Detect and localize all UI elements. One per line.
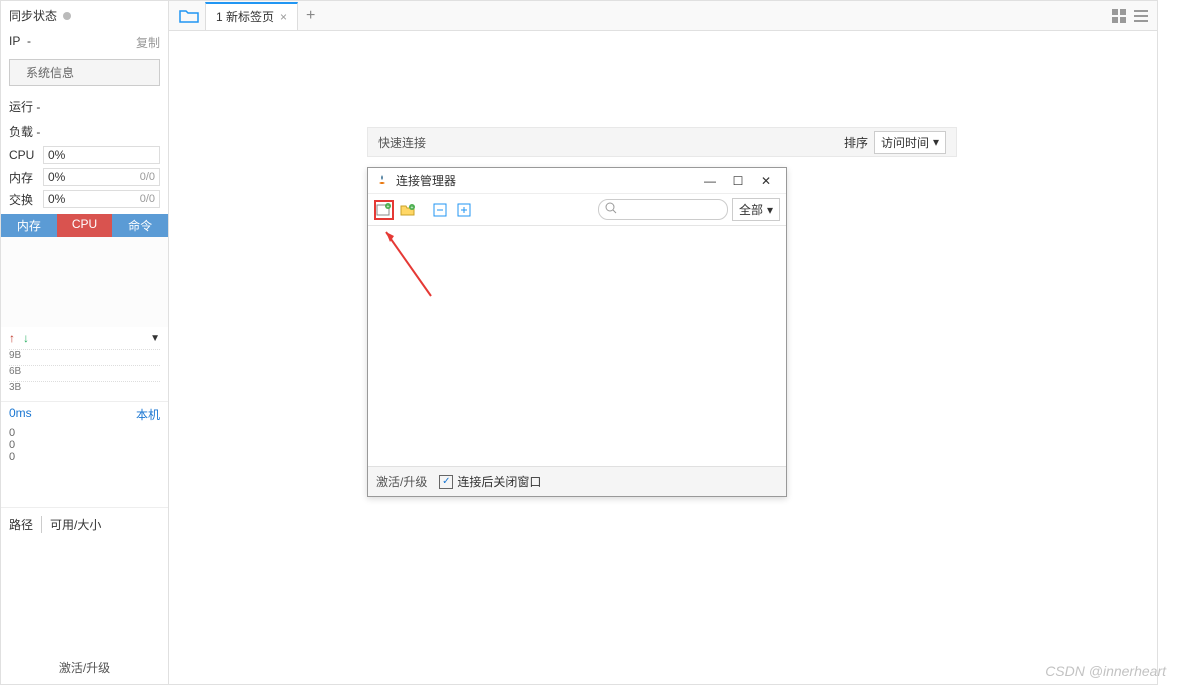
download-arrow-icon: ↓ xyxy=(23,331,29,345)
tab-new[interactable]: 1 新标签页 × xyxy=(205,2,298,30)
ip-label: IP - xyxy=(9,34,31,51)
main-area: 1 新标签页 × + 快速连接 排序 访问时间 ▾ xyxy=(169,1,1157,684)
dialog-title: 连接管理器 xyxy=(396,172,696,189)
filter-select[interactable]: 全部 ▾ xyxy=(732,198,780,221)
system-info-button[interactable]: 系统信息 xyxy=(9,59,160,86)
tab-cpu[interactable]: CPU xyxy=(57,214,113,237)
cpu-graph xyxy=(1,237,168,327)
app-root: 同步状态 IP - 复制 系统信息 运行 - 负载 - CPU 0% 内存 0%… xyxy=(0,0,1158,685)
ip-row: IP - 复制 xyxy=(1,30,168,55)
net-tick: 3B xyxy=(9,381,160,397)
close-after-connect-checkbox[interactable]: ✓ 连接后关闭窗口 xyxy=(439,473,541,490)
status-dot-icon xyxy=(63,12,71,20)
chevron-down-icon: ▾ xyxy=(767,203,773,217)
filter-value: 全部 xyxy=(739,201,763,218)
ping-values: 0 0 0 xyxy=(1,427,168,467)
net-graph: 9B 6B 3B xyxy=(1,349,168,402)
mini-tabs: 内存 CPU 命令 xyxy=(1,214,168,237)
ping-ms: 0ms xyxy=(9,406,32,423)
mem-label: 内存 xyxy=(9,169,39,186)
tab-label: 1 新标签页 xyxy=(216,8,274,25)
new-connection-button[interactable]: + xyxy=(374,200,394,220)
divider xyxy=(41,516,42,533)
cpu-value: 0% xyxy=(43,146,160,164)
maximize-button[interactable]: ☐ xyxy=(724,174,752,188)
sort-value: 访问时间 xyxy=(881,134,929,151)
ping-row: 0ms 本机 xyxy=(1,402,168,427)
grid-view-icon[interactable] xyxy=(1111,8,1127,24)
sync-status-label: 同步状态 xyxy=(9,7,57,24)
dialog-toolbar: + + xyxy=(368,194,786,226)
collapse-button[interactable] xyxy=(430,200,450,220)
ping-v2: 0 xyxy=(9,451,160,463)
swap-row: 交换 0%0/0 xyxy=(1,188,168,210)
sort-area: 排序 访问时间 ▾ xyxy=(844,131,946,154)
dialog-body xyxy=(368,226,786,466)
svg-text:+: + xyxy=(411,205,414,211)
sort-label: 排序 xyxy=(844,134,868,151)
swap-label: 交换 xyxy=(9,191,39,208)
chevron-down-icon: ▾ xyxy=(933,135,939,149)
cpu-row: CPU 0% xyxy=(1,144,168,166)
search-icon xyxy=(605,202,617,217)
checkbox-icon: ✓ xyxy=(439,475,453,489)
content-area: 快速连接 排序 访问时间 ▾ 连接管理器 — ☐ ✕ xyxy=(169,31,1157,684)
tabbar: 1 新标签页 × + xyxy=(169,1,1157,31)
net-tick: 9B xyxy=(9,349,160,365)
run-row: 运行 - xyxy=(1,94,168,119)
mem-value: 0%0/0 xyxy=(43,168,160,186)
dialog-search-area: 全部 ▾ xyxy=(598,198,780,221)
ping-host[interactable]: 本机 xyxy=(136,406,160,423)
tabbar-right xyxy=(1111,8,1157,24)
java-icon xyxy=(374,173,390,189)
tab-mem[interactable]: 内存 xyxy=(1,214,57,237)
watermark: CSDN @innerheart xyxy=(1045,663,1166,679)
dialog-titlebar: 连接管理器 — ☐ ✕ xyxy=(368,168,786,194)
caret-down-icon[interactable]: ▼ xyxy=(150,333,160,344)
dialog-footer: 激活/升级 ✓ 连接后关闭窗口 xyxy=(368,466,786,496)
tab-add-button[interactable]: + xyxy=(306,7,315,25)
sidebar: 同步状态 IP - 复制 系统信息 运行 - 负载 - CPU 0% 内存 0%… xyxy=(1,1,169,684)
path-label: 路径 xyxy=(9,516,33,533)
net-tick: 6B xyxy=(9,365,160,381)
quick-connect-label: 快速连接 xyxy=(378,134,426,151)
spacer xyxy=(1,467,168,507)
close-icon[interactable]: × xyxy=(280,10,287,24)
cpu-label: CPU xyxy=(9,148,39,162)
mem-row: 内存 0%0/0 xyxy=(1,166,168,188)
sort-select[interactable]: 访问时间 ▾ xyxy=(874,131,946,154)
connection-manager-dialog: 连接管理器 — ☐ ✕ + + xyxy=(367,167,787,497)
annotation-arrow-icon xyxy=(376,226,446,306)
folder-icon[interactable] xyxy=(177,4,201,28)
avail-label: 可用/大小 xyxy=(50,516,101,533)
ping-v0: 0 xyxy=(9,427,160,439)
upload-arrow-icon: ↑ xyxy=(9,331,15,345)
ping-v1: 0 xyxy=(9,439,160,451)
activate-link[interactable]: 激活/升级 xyxy=(1,651,168,684)
close-button[interactable]: ✕ xyxy=(752,174,780,188)
checkbox-label: 连接后关闭窗口 xyxy=(457,473,541,490)
net-arrows: ↑ ↓ ▼ xyxy=(1,327,168,349)
copy-link[interactable]: 复制 xyxy=(136,34,160,51)
quick-connect-bar: 快速连接 排序 访问时间 ▾ xyxy=(367,127,957,157)
sync-status-row: 同步状态 xyxy=(1,1,168,30)
expand-button[interactable] xyxy=(454,200,474,220)
new-folder-button[interactable]: + xyxy=(398,200,418,220)
tab-cmd[interactable]: 命令 xyxy=(112,214,168,237)
load-row: 负载 - xyxy=(1,119,168,144)
minimize-button[interactable]: — xyxy=(696,174,724,188)
svg-text:+: + xyxy=(387,204,390,210)
activate-upgrade-link[interactable]: 激活/升级 xyxy=(376,473,427,490)
list-view-icon[interactable] xyxy=(1133,8,1149,24)
swap-value: 0%0/0 xyxy=(43,190,160,208)
search-input[interactable] xyxy=(621,203,721,217)
search-box[interactable] xyxy=(598,199,728,220)
spacer xyxy=(1,541,168,651)
path-header: 路径 可用/大小 xyxy=(1,507,168,541)
